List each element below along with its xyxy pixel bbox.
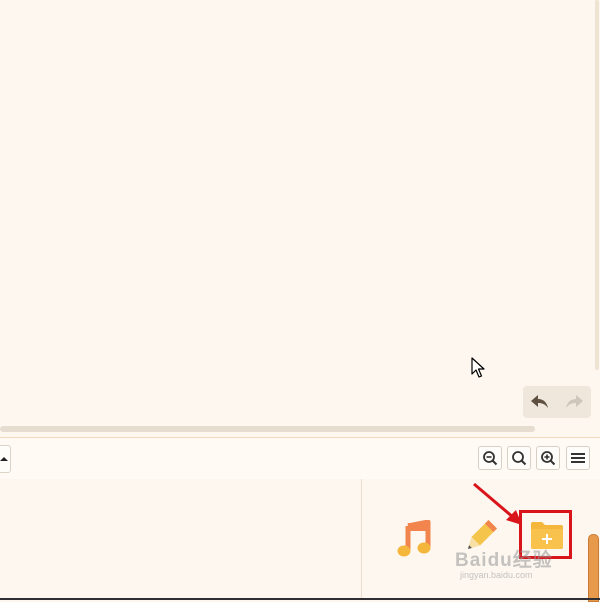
- zoom-reset-icon: [512, 451, 527, 466]
- panel-toggle-button[interactable]: [0, 445, 11, 473]
- watermark-url: jingyan.baidu.com: [460, 570, 533, 580]
- caret-up-icon: [0, 457, 8, 461]
- bottom-toolbar: [0, 437, 600, 480]
- zoom-out-icon: [483, 451, 498, 466]
- zoom-in-button[interactable]: [536, 446, 560, 470]
- undo-redo-group: [523, 386, 591, 418]
- mouse-pointer-icon: [471, 357, 485, 378]
- redo-icon: [566, 395, 583, 408]
- zoom-reset-button[interactable]: [507, 446, 531, 470]
- watermark-brand: Baidu经验: [455, 550, 553, 571]
- vertical-scrollbar-thumb[interactable]: [595, 0, 599, 370]
- undo-icon: [531, 395, 548, 408]
- undo-button[interactable]: [523, 386, 557, 418]
- music-note-icon[interactable]: [396, 520, 434, 558]
- drawing-canvas[interactable]: [0, 0, 600, 436]
- zoom-out-button[interactable]: [478, 446, 502, 470]
- menu-button[interactable]: [566, 446, 590, 470]
- redo-button[interactable]: [557, 386, 591, 418]
- panel-scrollbar-thumb[interactable]: [588, 534, 599, 602]
- horizontal-scrollbar[interactable]: [0, 426, 535, 432]
- panel-divider: [361, 479, 362, 600]
- hamburger-menu-icon: [571, 453, 585, 463]
- annotation-arrow-icon: [473, 482, 522, 525]
- watermark: Baidu经验 jingyan.baidu.com: [455, 545, 595, 585]
- vertical-scrollbar[interactable]: [594, 0, 600, 380]
- zoom-in-icon: [541, 451, 556, 466]
